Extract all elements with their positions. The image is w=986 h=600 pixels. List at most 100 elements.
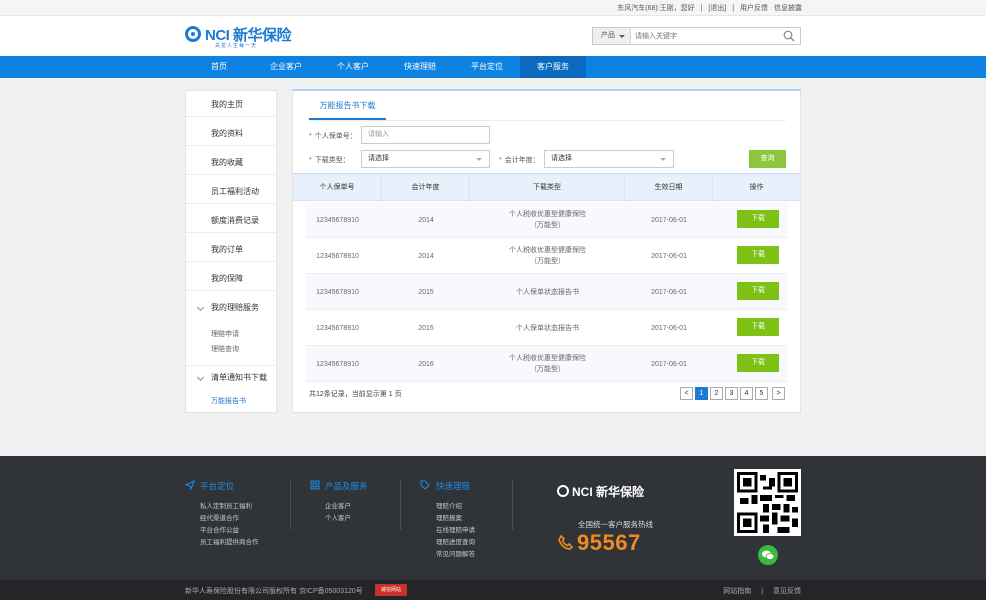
logo[interactable]: NCI 新华保险 关爱人生每一天 [185,24,295,50]
footer-link[interactable]: 私人定制员工福利 [200,500,252,510]
search-category-select[interactable]: 产品 [593,28,631,44]
trust-badge[interactable]: 诚信网站 [375,584,407,596]
cell-year: 2015 [418,324,434,332]
fiscal-year-select[interactable]: 请选择 [544,150,674,168]
pager-page-3[interactable]: 3 [725,387,738,400]
footer-link[interactable]: 常见问题解答 [436,548,475,558]
pager-prev[interactable]: < [680,387,693,400]
footer-link[interactable]: 企业客户 [325,500,351,510]
footer-link[interactable]: 员工福利提供商合作 [200,536,259,546]
footer-link[interactable]: 个人客户 [325,512,351,522]
feedback-link[interactable]: 用户反馈 [740,5,768,12]
sidebar-item-orders[interactable]: 我的订单 [186,238,276,262]
nav-personal[interactable]: 个人客户 [320,56,386,78]
copyright: 新华人寿保险股份有限公司版权所有 京ICP备05003120号 [185,588,363,595]
cell-policy: 12345678910 [316,288,359,296]
cell-type: 个人保单状态报告书 [516,324,579,332]
sidebar-sub-universal-report[interactable]: 万能报告书 [211,396,246,406]
feedback-link[interactable]: 意见反馈 [773,588,801,595]
sidebar-sub-claim-apply[interactable]: 理赔申请 [211,329,239,339]
nav-customer-service[interactable]: 客户服务 [520,56,586,78]
nav-platform[interactable]: 平台定位 [454,56,520,78]
cell-policy: 12345678910 [316,216,359,224]
download-button[interactable]: 下载 [737,282,779,300]
footer-divider [400,480,401,530]
sidebar-item-profile[interactable]: 我的资料 [186,122,276,146]
wechat-icon[interactable] [758,545,778,565]
download-button[interactable]: 下载 [737,210,779,228]
nav-home[interactable]: 首页 [186,56,252,78]
cell-policy: 12345678910 [316,252,359,260]
sidebar-item-home[interactable]: 我的主页 [186,93,276,117]
footer-title-products[interactable]: 产品及服务 [325,480,368,492]
download-button[interactable]: 下载 [737,246,779,264]
cell-type: 个人税收优惠型健康保险 （万能型） [509,355,586,373]
col-date: 生效日期 [625,174,713,202]
sidebar-sub-claim-query[interactable]: 理赔查询 [211,344,239,354]
footer-title-platform[interactable]: 平台定位 [200,480,234,492]
footer-link[interactable]: 在线理赔申请 [436,524,475,534]
col-year: 会计年度 [382,174,470,202]
policy-label: * 个人保单号： [309,133,357,140]
sidebar-item-welfare[interactable]: 员工福利活动 [186,180,276,204]
table-header: 个人保单号 会计年度 下载类型 生效日期 操作 [293,173,800,202]
query-button[interactable]: 查询 [749,150,786,168]
nci-logo-icon [185,26,201,42]
table-row: 12345678910 2015 个人保单状态报告书 2017-06-01 下载 [305,274,788,310]
sidebar-group-claims[interactable]: 我的理赔服务 [186,296,276,320]
pager-page-4[interactable]: 4 [740,387,753,400]
policy-number-input[interactable]: 请输入 [361,126,490,144]
nav-quick-claims[interactable]: 快速理赔 [387,56,453,78]
search-box: 产品 [592,27,801,45]
tab-universal-report-download[interactable]: 万能报告书下载 [309,91,386,120]
col-type: 下载类型 [470,174,625,202]
footer-link[interactable]: 理赔报案 [436,512,462,522]
chevron-down-icon [196,373,205,382]
cell-date: 2017-06-01 [651,216,687,224]
cell-date: 2017-06-01 [651,252,687,260]
footer-link[interactable]: 经代渠道合作 [200,512,239,522]
pager-next[interactable]: > [772,387,785,400]
top-links: 东风汽车(68):王刚，您好 | [退出] | 用户反馈 信息披露 [617,5,802,12]
cell-date: 2017-06-01 [651,324,687,332]
info-disclosure-link[interactable]: 信息披露 [774,5,802,12]
footer-divider [290,480,291,530]
hotline-label: 全国统一客户服务热线 [578,520,653,529]
download-button[interactable]: 下载 [737,354,779,372]
pager-page-1[interactable]: 1 [695,387,708,400]
pager-page-2[interactable]: 2 [710,387,723,400]
tab-divider [309,120,786,121]
sidebar-item-favorites[interactable]: 我的收藏 [186,151,276,175]
chevron-down-icon [196,303,205,312]
table-row: 12345678910 2014 个人税收优惠型健康保险 （万能型） 2017-06-… [305,238,788,274]
sidebar-item-consumption[interactable]: 额度消费记录 [186,209,276,233]
cell-date: 2017-06-01 [651,288,687,296]
footer-link[interactable]: 理赔介绍 [436,500,462,510]
main-panel: 万能报告书下载 * 个人保单号： 请输入 * 下载类型： 请选择 * 会计年度： 请选… [292,89,801,413]
table-row: 12345678910 2016 个人税收优惠型健康保险 （万能型） 2017-06-… [305,346,788,382]
download-button[interactable]: 下载 [737,318,779,336]
grid-icon [310,480,320,490]
cell-year: 2016 [418,360,434,368]
bottom-links: 网站指南 | 意见反馈 [723,588,801,595]
download-type-select[interactable]: 请选择 [361,150,490,168]
site-guide-link[interactable]: 网站指南 [723,588,751,595]
cell-policy: 12345678910 [316,324,359,332]
nav-enterprise[interactable]: 企业客户 [253,56,319,78]
cell-type: 个人税收优惠型健康保险 （万能型） [509,247,586,265]
footer-link[interactable]: 平台合作公益 [200,524,239,534]
cell-policy: 12345678910 [316,360,359,368]
search-icon[interactable] [783,30,795,42]
sidebar: 我的主页 我的资料 我的收藏 员工福利活动 额度消费记录 我的订单 我的保障 我… [185,90,277,413]
sidebar-item-coverage[interactable]: 我的保障 [186,267,276,291]
logout-link[interactable]: [退出] [708,5,726,12]
top-bar: 东风汽车(68):王刚，您好 | [退出] | 用户反馈 信息披露 [0,0,986,16]
nci-logo-icon [557,485,569,497]
main-nav: 首页 企业客户 个人客户 快速理赔 平台定位 客户服务 [0,56,986,78]
pager-page-5[interactable]: 5 [755,387,768,400]
footer-title-claims[interactable]: 快速理赔 [436,480,470,492]
footer-link[interactable]: 理赔进度查询 [436,536,475,546]
search-input[interactable] [635,30,775,42]
cell-type: 个人税收优惠型健康保险 （万能型） [509,211,586,229]
sidebar-group-downloads[interactable]: 清单通知书下载 [186,365,276,389]
